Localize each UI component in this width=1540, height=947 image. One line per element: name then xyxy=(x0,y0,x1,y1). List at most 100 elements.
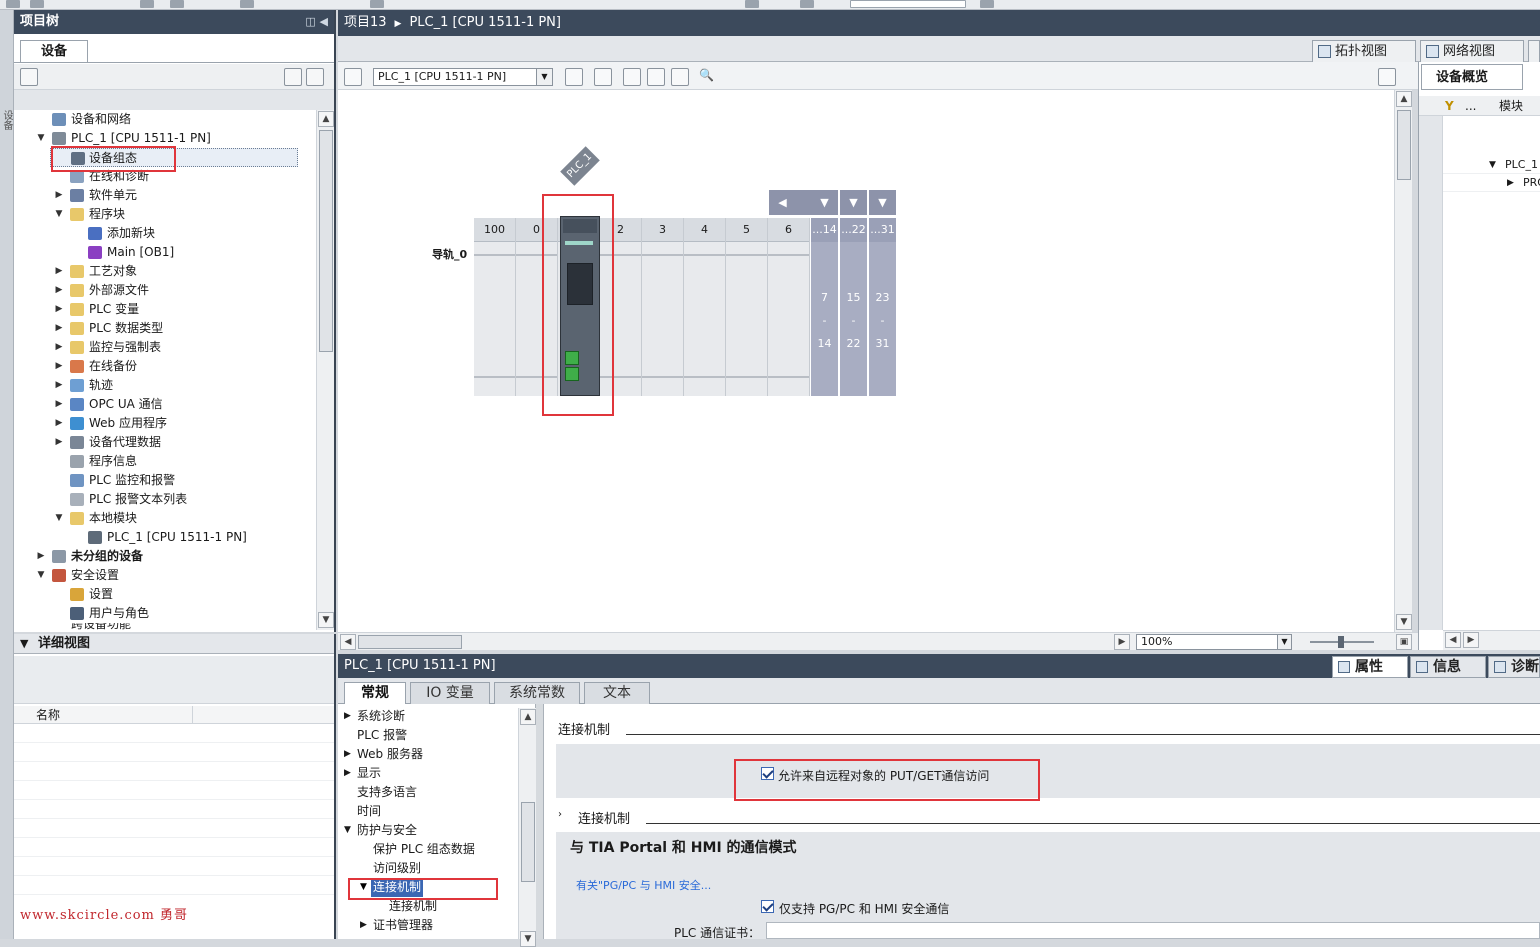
nav-protect-config[interactable]: 保护 PLC 组态数据 xyxy=(338,840,518,859)
tree-item-plc-data-types[interactable]: ▶ PLC 数据类型 xyxy=(14,319,316,338)
tree-item-traces[interactable]: ▶ 轨迹 xyxy=(14,376,316,395)
scroll-left-icon[interactable]: ◀ xyxy=(1445,632,1461,648)
toolbar-icon[interactable] xyxy=(140,0,154,8)
overview-hscrollbar[interactable]: ◀ ▶ xyxy=(1443,630,1540,650)
grid-icon[interactable] xyxy=(20,68,38,86)
tree-item-add-block[interactable]: 添加新块 xyxy=(14,224,316,243)
tree-item-local-modules[interactable]: ▼ 本地模块 xyxy=(14,509,316,528)
tree-item-program-info[interactable]: 程序信息 xyxy=(14,452,316,471)
tab-system-constants[interactable]: 系统常数 xyxy=(494,682,580,704)
tab-diagnostics[interactable]: 诊断 xyxy=(1488,656,1540,678)
nav-connection-mechanisms[interactable]: ▼ 连接机制 xyxy=(338,878,518,897)
device-name-tag[interactable]: PLC_1 xyxy=(560,146,600,186)
rack-slot[interactable]: 0 xyxy=(516,218,558,396)
chevron-down-icon[interactable]: ▼ xyxy=(54,205,64,224)
collapsed-side-strip[interactable]: 设备 xyxy=(0,10,14,939)
tree-item-device-proxy[interactable]: ▶ 设备代理数据 xyxy=(14,433,316,452)
zoom-select[interactable]: 100% ▼ xyxy=(1136,634,1292,650)
zoom-in-icon[interactable]: 🔍 xyxy=(699,68,717,86)
chevron-down-icon[interactable]: ▼ xyxy=(36,566,46,585)
tree-item-plc[interactable]: ▼ PLC_1 [CPU 1511-1 PN] xyxy=(14,129,316,148)
tab-io-tags[interactable]: IO 变量 xyxy=(410,682,490,704)
scroll-right-icon[interactable]: ▶ xyxy=(1463,632,1479,648)
scroll-left-icon[interactable]: ◀ xyxy=(769,190,796,215)
toolbar-icon[interactable] xyxy=(745,0,759,8)
panel-splitter[interactable] xyxy=(536,704,544,939)
rack-slot[interactable]: 6 xyxy=(768,218,810,396)
panel-toggle-icon[interactable] xyxy=(1378,68,1396,86)
toolbar-icon[interactable] xyxy=(370,0,384,8)
chevron-right-icon[interactable]: ▶ xyxy=(54,433,64,452)
scroll-up-icon[interactable]: ▲ xyxy=(318,111,334,127)
chevron-right-icon[interactable]: ▶ xyxy=(54,414,64,433)
tab-devices[interactable]: 设备 xyxy=(20,40,88,62)
nav-time[interactable]: 时间 xyxy=(338,802,518,821)
toolbar-icon[interactable] xyxy=(170,0,184,8)
chevron-right-icon[interactable]: ▶ xyxy=(54,281,64,300)
tab-device-overview[interactable]: 设备概览 xyxy=(1421,64,1523,90)
canvas-hscrollbar[interactable]: ◀ ▶ 100% ▼ ▣ xyxy=(338,632,1418,650)
tree-item-opc-ua[interactable]: ▶ OPC UA 通信 xyxy=(14,395,316,414)
details-view-header[interactable]: ▼ 详细视图 xyxy=(14,634,334,654)
tree-item-main-ob1[interactable]: Main [OB1] xyxy=(14,243,316,262)
breadcrumb-device[interactable]: PLC_1 [CPU 1511-1 PN] xyxy=(409,15,561,30)
chevron-down-icon[interactable]: ▼ xyxy=(20,634,28,654)
edit-icon[interactable] xyxy=(623,68,641,86)
filter-icon[interactable]: Y xyxy=(1445,96,1454,116)
scroll-down-icon[interactable]: ▼ xyxy=(520,931,536,947)
chevron-down-icon[interactable]: ▼ xyxy=(536,69,552,85)
security-info-link[interactable]: 有关"PG/PC 与 HMI 安全... xyxy=(576,877,711,893)
tree-item-external-sources[interactable]: ▶ 外部源文件 xyxy=(14,281,316,300)
column-header-name[interactable]: 名称 xyxy=(14,706,334,724)
tab-general[interactable]: 常规 xyxy=(344,682,406,704)
list-view-icon[interactable] xyxy=(284,68,302,86)
tree-item-cross-device[interactable]: 跨设备功能 xyxy=(14,623,316,632)
chevron-right-icon[interactable]: ▶ xyxy=(54,319,64,338)
rack-slot[interactable]: 2 xyxy=(600,218,642,396)
search-icon[interactable] xyxy=(980,0,994,8)
breadcrumb-project[interactable]: 项目13 xyxy=(344,15,387,30)
toolbar-icon[interactable] xyxy=(30,0,44,8)
chevron-down-icon[interactable]: ▼ xyxy=(869,190,896,215)
nav-display[interactable]: ▶ 显示 xyxy=(338,764,518,783)
tree-item-ungrouped-devices[interactable]: ▶ 未分组的设备 xyxy=(14,547,316,566)
scroll-thumb[interactable] xyxy=(1397,110,1411,180)
expansion-slot[interactable]: ...14 7 - 14 xyxy=(811,218,838,396)
nav-access-level[interactable]: 访问级别 xyxy=(338,859,518,878)
tab-network-view[interactable]: 网络视图 xyxy=(1420,40,1524,62)
scroll-down-icon[interactable]: ▼ xyxy=(1396,614,1412,630)
toolbar-icon[interactable] xyxy=(565,68,583,86)
nav-certificate-manager[interactable]: ▶ 证书管理器 xyxy=(338,916,518,935)
overview-row[interactable]: ▶ PRO xyxy=(1443,174,1540,192)
rack-slot[interactable]: 4 xyxy=(684,218,726,396)
secure-comm-checkbox[interactable] xyxy=(761,900,774,913)
put-get-checkbox[interactable] xyxy=(761,767,774,780)
scroll-thumb[interactable] xyxy=(319,130,333,352)
chevron-down-icon[interactable]: ▼ xyxy=(36,129,46,148)
tab-device-view[interactable] xyxy=(1528,40,1540,62)
zoom-slider-handle[interactable] xyxy=(1338,636,1344,648)
chevron-down-icon[interactable]: ▼ xyxy=(1277,635,1291,649)
chevron-down-icon[interactable]: ▼ xyxy=(54,509,64,528)
rack-slot[interactable]: 3 xyxy=(642,218,684,396)
overview-row[interactable]: ▼ PLC_1 xyxy=(1443,156,1540,174)
tab-topology-view[interactable]: 拓扑视图 xyxy=(1312,40,1416,62)
grid-icon[interactable] xyxy=(647,68,665,86)
collapse-panel-icon[interactable]: ◫ ◀ xyxy=(305,10,328,34)
chevron-right-icon[interactable]: ▶ xyxy=(54,262,64,281)
pin-icon[interactable] xyxy=(344,68,362,86)
scroll-thumb[interactable] xyxy=(521,802,535,882)
toolbar-icon[interactable] xyxy=(800,0,814,8)
tree-item-users-roles[interactable]: 用户与角色 xyxy=(14,604,316,623)
chevron-right-icon[interactable]: ▶ xyxy=(54,338,64,357)
nav-system-diagnostics[interactable]: ▶ 系统诊断 xyxy=(338,707,518,726)
chevron-right-icon[interactable]: ▶ xyxy=(54,357,64,376)
tree-item-plc-alarms[interactable]: PLC 监控和报警 xyxy=(14,471,316,490)
tree-item-alarm-text-lists[interactable]: PLC 报警文本列表 xyxy=(14,490,316,509)
chevron-right-icon[interactable]: ▶ xyxy=(54,186,64,205)
scroll-right-icon[interactable]: ▶ xyxy=(1114,634,1130,650)
toolbar-icon[interactable] xyxy=(6,0,20,8)
tab-texts[interactable]: 文本 xyxy=(584,682,650,704)
tree-item-local-plc[interactable]: PLC_1 [CPU 1511-1 PN] xyxy=(14,528,316,547)
tree-item-software-units[interactable]: ▶ 软件单元 xyxy=(14,186,316,205)
